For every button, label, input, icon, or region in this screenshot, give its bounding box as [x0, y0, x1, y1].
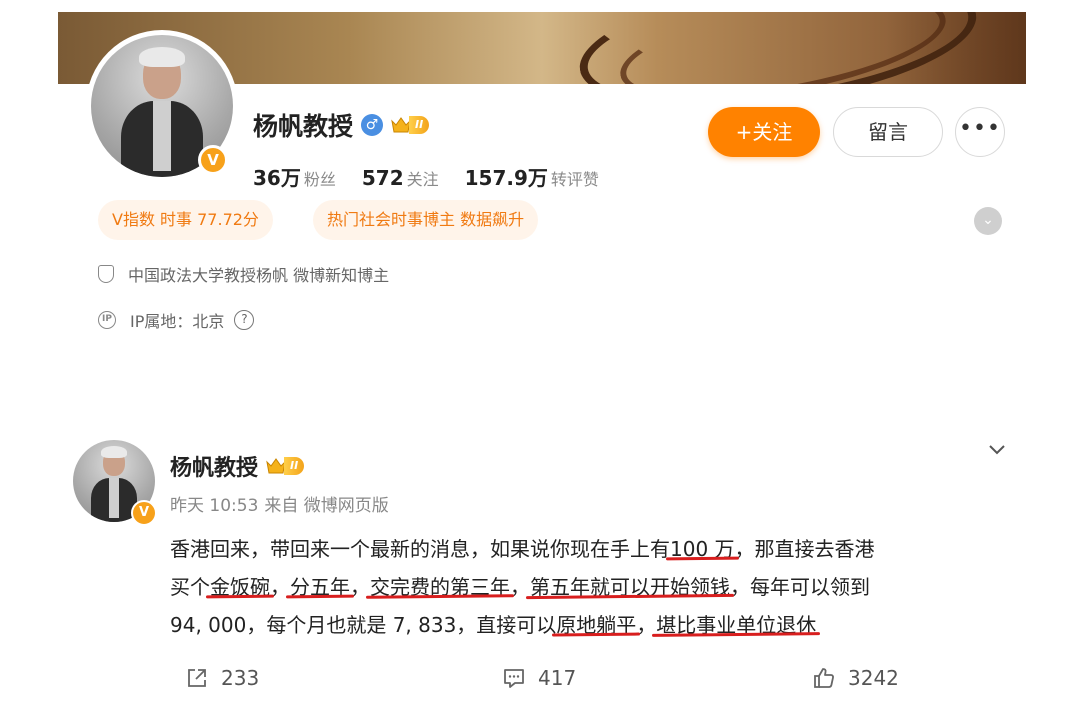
underlined-phrase: 原地躺平 [556, 613, 637, 637]
v-index-tag[interactable]: V指数 时事 77.72分 [98, 200, 273, 240]
underlined-phrase: 金饭碗 [210, 575, 270, 599]
post-author-name[interactable]: 杨帆教授 [170, 450, 258, 482]
ip-location-text: IP属地：北京 [130, 312, 225, 331]
stat-fans[interactable]: 36万 粉丝 [253, 162, 336, 191]
avatar-hair [101, 446, 127, 458]
crown-icon [391, 117, 411, 133]
vip-level-text: II [409, 116, 430, 134]
underlined-phrase: 分五年 [290, 575, 350, 599]
underlined-phrase: 第五年就可以开始领钱 [530, 575, 730, 599]
stat-following[interactable]: 572 关注 [362, 166, 439, 190]
like-count: 3242 [848, 666, 899, 690]
chevron-down-icon[interactable]: ⌄ [974, 207, 1002, 235]
verified-v-icon: V [198, 145, 228, 175]
profile-stats: 36万 粉丝 572 关注 157.9万 转评赞 [253, 162, 599, 191]
ip-icon: IP [98, 311, 116, 329]
shield-icon [98, 265, 114, 283]
verification-row: 中国政法大学教授杨帆 微博新知博主 [98, 262, 389, 286]
like-button[interactable]: 3242 [812, 666, 899, 690]
post-author-row: 杨帆教授 II [170, 450, 305, 482]
stat-number: 572 [361, 166, 404, 190]
follow-button[interactable]: +关注 [708, 107, 820, 157]
thumbs-up-icon [814, 668, 834, 688]
stat-label: 转评赞 [550, 170, 599, 189]
underlined-phrase: 交完费的第三年 [370, 575, 510, 599]
profile-name: 杨帆教授 [253, 112, 354, 141]
share-icon [188, 669, 206, 687]
profile-name-row: 杨帆教授 ♂ II [253, 107, 430, 143]
share-button[interactable]: 233 [185, 666, 259, 690]
verified-v-icon: V [131, 500, 157, 526]
share-count: 233 [221, 666, 260, 690]
vip-level-badge[interactable]: II [391, 114, 430, 136]
stat-number: 36万 [253, 166, 301, 190]
post-time[interactable]: 昨天 10:53 [170, 491, 258, 516]
stat-number: 157.9万 [464, 166, 548, 190]
crown-icon [266, 458, 286, 474]
message-button[interactable]: 留言 [833, 107, 943, 157]
banner-shade [886, 12, 1026, 84]
post-line: 94, 000，每个月也就是 7, 833，直接可以原地躺平，堪比事业单位退休 [170, 606, 1030, 644]
comment-button[interactable]: 417 [502, 666, 576, 690]
verification-text: 中国政法大学教授杨帆 微博新知博主 [128, 266, 390, 285]
stat-label: 关注 [406, 170, 439, 189]
post-meta: 昨天 10:53 来自 微博网页版 [170, 491, 389, 516]
avatar-hair [139, 47, 185, 67]
post-line: 香港回来，带回来一个最新的消息，如果说你现在手上有100 万，那直接去香港 [170, 530, 1030, 568]
post-line: 买个金饭碗，分五年，交完费的第三年，第五年就可以开始领钱，每年可以领到 [170, 568, 1030, 606]
stat-reposts-likes[interactable]: 157.9万 转评赞 [465, 162, 599, 191]
stat-label: 粉丝 [303, 170, 336, 189]
hot-blogger-tag[interactable]: 热门社会时事博主 数据飙升 [313, 200, 539, 240]
vip-level-text: II [284, 457, 305, 475]
comment-count: 417 [538, 666, 577, 690]
underlined-phrase: 堪比事业单位退休 [656, 613, 817, 637]
post-text-segment: 买个 [170, 575, 210, 599]
avatar-scarf [109, 478, 119, 518]
post-text-segment: ，那直接去香港 [734, 537, 875, 561]
vip-level-badge[interactable]: II [266, 455, 305, 477]
profile-card: V 杨帆教授 ♂ II 36万 粉丝 572 关注 157.9万 转评赞 +关注 留言… [58, 12, 1026, 357]
post-text-segment: 香港回来，带回来一个最新的消息，如果说你现在手上有 [170, 537, 670, 561]
male-gender-icon: ♂ [361, 114, 384, 136]
post-source: 来自 微博网页版 [264, 496, 389, 516]
underlined-phrase: 100 万 [670, 537, 735, 561]
more-options-button[interactable]: ••• [955, 107, 1005, 157]
chevron-down-icon[interactable] [986, 438, 1008, 460]
post-text-segment: 94, 000，每个月也就是 7, 833，直接可以 [170, 613, 557, 637]
help-icon[interactable]: ? [234, 310, 255, 330]
ip-location-row: IP IP属地：北京 ? [98, 308, 255, 332]
post-body: 香港回来，带回来一个最新的消息，如果说你现在手上有100 万，那直接去香港 买个… [170, 530, 1030, 644]
avatar-scarf [153, 101, 171, 171]
comment-icon [504, 669, 524, 688]
post-text-segment: ，每年可以领到 [730, 575, 870, 599]
